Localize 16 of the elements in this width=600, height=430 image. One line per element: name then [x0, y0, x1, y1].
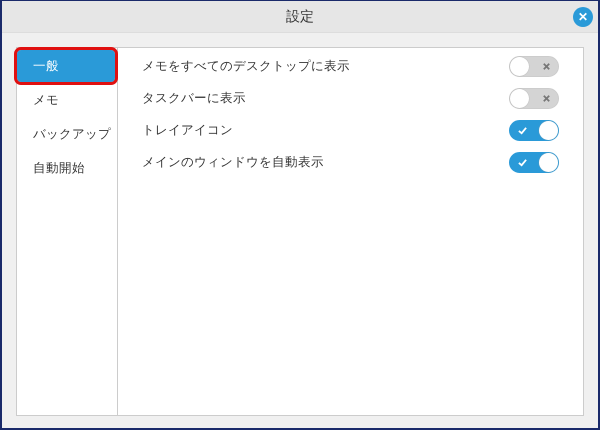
cross-icon	[542, 62, 551, 70]
toggle-switch[interactable]	[509, 56, 559, 76]
setting-label: タスクバーに表示	[142, 90, 246, 106]
sidebar-item[interactable]: バックアップ	[17, 118, 115, 150]
sidebar-item[interactable]: メモ	[17, 84, 115, 116]
check-icon	[518, 158, 527, 166]
toggle-switch[interactable]	[509, 120, 559, 140]
setting-label: メインのウィンドウを自動表示	[142, 154, 324, 170]
check-icon	[518, 126, 527, 134]
setting-label: メモをすべてのデスクトップに表示	[142, 58, 350, 74]
sidebar-item[interactable]: 自動開始	[17, 152, 115, 184]
toggle-switch[interactable]	[509, 88, 559, 108]
toggle-switch[interactable]	[509, 152, 559, 172]
setting-label: トレイアイコン	[142, 122, 233, 138]
cross-icon	[542, 94, 551, 102]
window-title: 設定	[286, 8, 314, 26]
